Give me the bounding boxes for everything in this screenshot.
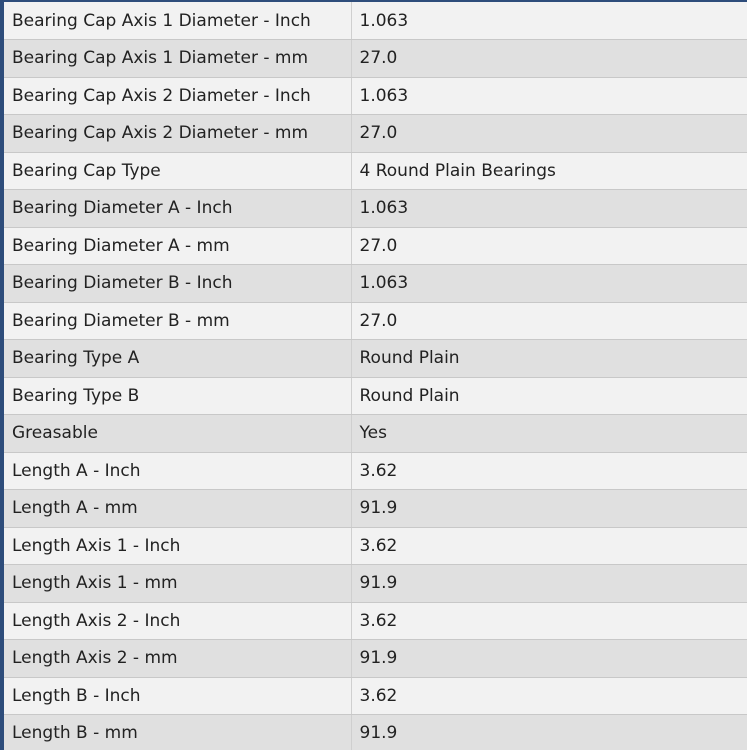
table-row: Bearing Cap Type 4 Round Plain Bearings (4, 152, 747, 190)
spec-name-cell: Length A - Inch (4, 452, 352, 490)
spec-value-cell: 1.063 (351, 77, 747, 115)
table-row: Bearing Cap Axis 1 Diameter - mm 27.0 (4, 39, 747, 78)
table-row: Bearing Diameter B - mm 27.0 (4, 302, 747, 340)
table-row: Length B - Inch 3.62 (4, 677, 747, 715)
spec-name-cell: Length Axis 2 - Inch (4, 602, 352, 640)
table-row: Length Axis 1 - Inch 3.62 (4, 527, 747, 565)
spec-name-cell: Length Axis 2 - mm (4, 639, 352, 678)
spec-value-cell: 27.0 (351, 302, 747, 340)
spec-value-cell: 1.063 (351, 264, 747, 303)
spec-name-cell: Bearing Cap Axis 2 Diameter - mm (4, 114, 352, 153)
table-row: Length B - mm 91.9 (4, 714, 747, 750)
spec-name-cell: Bearing Type B (4, 377, 352, 415)
spec-name-cell: Bearing Diameter A - Inch (4, 189, 352, 228)
table-row: Bearing Type B Round Plain (4, 377, 747, 415)
table-row: Bearing Cap Axis 2 Diameter - mm 27.0 (4, 114, 747, 153)
spec-value-cell: 1.063 (351, 189, 747, 228)
spec-table-frame: Bearing Cap Axis 1 Diameter - Inch 1.063 B… (0, 0, 747, 750)
spec-value-cell: 3.62 (351, 677, 747, 715)
table-row: Bearing Cap Axis 1 Diameter - Inch 1.063 (4, 2, 747, 40)
spec-name-cell: Length Axis 1 - mm (4, 564, 352, 603)
spec-name-cell: Length B - Inch (4, 677, 352, 715)
spec-value-cell: 27.0 (351, 227, 747, 265)
spec-name-cell: Bearing Cap Axis 2 Diameter - Inch (4, 77, 352, 115)
spec-name-cell: Bearing Cap Axis 1 Diameter - Inch (4, 2, 352, 40)
spec-value-cell: Round Plain (351, 377, 747, 415)
spec-name-cell: Length Axis 1 - Inch (4, 527, 352, 565)
table-row: Bearing Cap Axis 2 Diameter - Inch 1.063 (4, 77, 747, 115)
table-row: Length Axis 2 - mm 91.9 (4, 639, 747, 678)
table-row: Length Axis 1 - mm 91.9 (4, 564, 747, 603)
spec-value-cell: 3.62 (351, 452, 747, 490)
spec-name-cell: Bearing Diameter B - mm (4, 302, 352, 340)
spec-table-body: Bearing Cap Axis 1 Diameter - Inch 1.063 B… (4, 2, 747, 750)
spec-value-cell: 1.063 (351, 2, 747, 40)
spec-name-cell: Length A - mm (4, 489, 352, 528)
spec-value-cell: Round Plain (351, 339, 747, 378)
spec-value-cell: 91.9 (351, 714, 747, 750)
table-row: Greasable Yes (4, 414, 747, 453)
spec-name-cell: Bearing Cap Axis 1 Diameter - mm (4, 39, 352, 78)
spec-value-cell: 27.0 (351, 114, 747, 153)
spec-value-cell: 4 Round Plain Bearings (351, 152, 747, 190)
table-row: Bearing Diameter B - Inch 1.063 (4, 264, 747, 303)
table-row: Bearing Diameter A - mm 27.0 (4, 227, 747, 265)
spec-name-cell: Greasable (4, 414, 352, 453)
table-row: Length Axis 2 - Inch 3.62 (4, 602, 747, 640)
spec-value-cell: 3.62 (351, 602, 747, 640)
spec-table: Bearing Cap Axis 1 Diameter - Inch 1.063 B… (4, 2, 747, 750)
spec-value-cell: 91.9 (351, 489, 747, 528)
spec-value-cell: 91.9 (351, 639, 747, 678)
spec-name-cell: Bearing Diameter A - mm (4, 227, 352, 265)
table-row: Bearing Diameter A - Inch 1.063 (4, 189, 747, 228)
spec-name-cell: Length B - mm (4, 714, 352, 750)
spec-value-cell: 3.62 (351, 527, 747, 565)
table-row: Length A - mm 91.9 (4, 489, 747, 528)
spec-name-cell: Bearing Cap Type (4, 152, 352, 190)
spec-value-cell: Yes (351, 414, 747, 453)
table-row: Bearing Type A Round Plain (4, 339, 747, 378)
spec-value-cell: 27.0 (351, 39, 747, 78)
spec-name-cell: Bearing Type A (4, 339, 352, 378)
spec-value-cell: 91.9 (351, 564, 747, 603)
table-row: Length A - Inch 3.62 (4, 452, 747, 490)
spec-name-cell: Bearing Diameter B - Inch (4, 264, 352, 303)
